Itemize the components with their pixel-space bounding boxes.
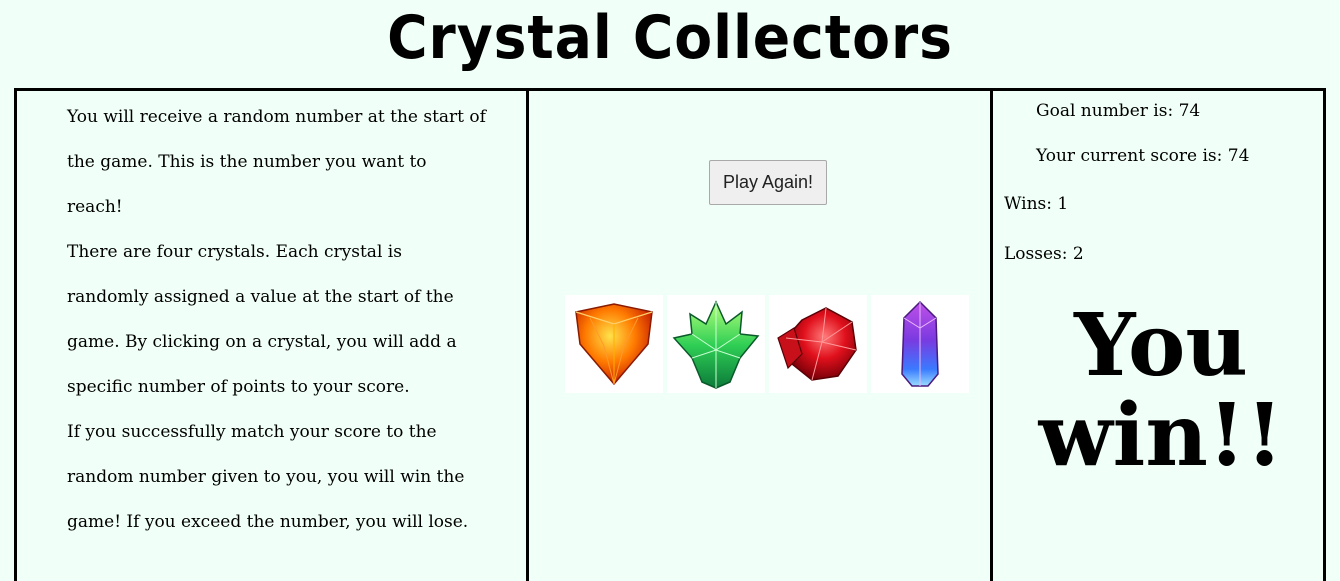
green-crystal-icon [672,300,760,389]
red-crystal-icon [777,307,857,381]
losses-count: Losses: 2 [1004,244,1084,264]
instructions-text: You will receive a random number at the … [67,95,487,545]
crystal-button-green[interactable] [667,295,765,393]
crystal-button-purple[interactable] [871,295,969,393]
crystal-row [565,295,969,393]
crystal-button-red[interactable] [769,295,867,393]
instruction-paragraph: If you successfully match your score to … [67,422,469,532]
instructions-panel: You will receive a random number at the … [14,88,529,581]
crystal-button-orange[interactable] [565,295,663,393]
orange-crystal-icon [575,303,653,386]
game-panel: Play Again! [526,88,995,581]
result-message: You win!! [1038,295,1284,486]
current-score: Your current score is: 74 [1036,146,1250,166]
instruction-paragraph: There are four crystals. Each crystal is… [67,242,457,397]
game-title: Crystal Collectors [387,3,953,73]
instruction-paragraph: You will receive a random number at the … [67,107,486,217]
purple-crystal-icon [901,300,939,387]
stats-panel: Goal number is: 74 Your current score is… [990,88,1326,581]
play-again-button[interactable]: Play Again! [709,160,827,205]
wins-count: Wins: 1 [1004,194,1069,214]
goal-number: Goal number is: 74 [1036,101,1201,121]
